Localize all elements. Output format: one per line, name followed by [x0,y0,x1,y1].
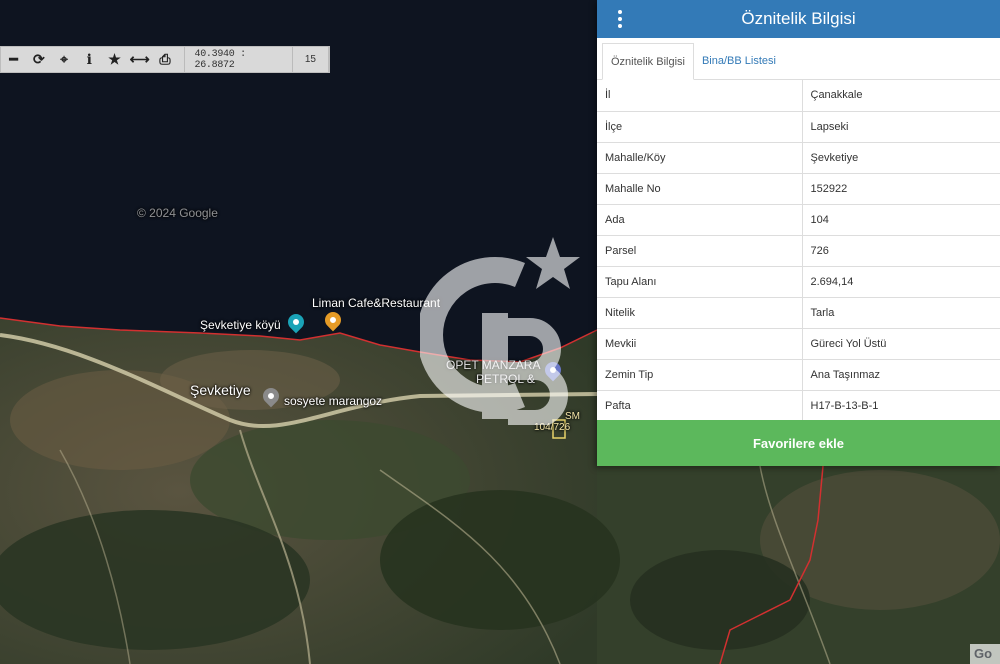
row-value: Güreci Yol Üstü [802,328,1000,360]
favorite-button[interactable]: ★ [102,47,127,72]
row-key: Mahalle/Köy [597,142,803,174]
table-row: İl Çanakkale [597,80,1000,112]
arrows-horizontal-icon: ⟷ [129,51,150,67]
refresh-icon: ⟳ [32,51,45,67]
row-key: Pafta [597,390,803,422]
row-value: H17-B-13-B-1 [802,390,1000,422]
row-key: Zemin Tip [597,359,803,391]
table-row: Nitelik Tarla [597,297,1000,329]
label-sevketiye: Şevketiye [190,382,251,398]
minus-icon: ━ [9,51,18,67]
row-value: Ana Taşınmaz [802,359,1000,391]
row-key: Nitelik [597,297,803,329]
row-key: Mahalle No [597,173,803,205]
attribute-info-panel: Öznitelik Bilgisi Öznitelik Bilgisi Bina… [597,0,1000,466]
add-to-favorites-button[interactable]: Favorilere ekle [597,420,1000,466]
table-row: Zemin Tip Ana Taşınmaz [597,359,1000,391]
row-key: Mevkii [597,328,803,360]
row-value: 152922 [802,173,1000,205]
label-sevketiye-koyu: Şevketiye köyü [200,318,281,332]
panel-header: Öznitelik Bilgisi [597,0,1000,38]
table-row: Parsel 726 [597,235,1000,267]
row-value: 2.694,14 [802,266,1000,298]
row-key: Ada [597,204,803,236]
row-value: Tarla [802,297,1000,329]
table-row: Ada 104 [597,204,1000,236]
print-icon: ⎙ [159,51,171,67]
row-value: 726 [802,235,1000,267]
row-value: Şevketiye [802,142,1000,174]
map-toolbar: ━ ⟳ ⌖ i ★ ⟷ ⎙ 40.3940 : 26.8872 15 [0,46,330,73]
vertical-dots-menu-icon[interactable] [611,10,629,28]
row-key: Tapu Alanı [597,266,803,298]
label-sosyete-marangoz: sosyete marangoz [284,394,383,408]
tab-building-list[interactable]: Bina/BB Listesi [694,42,784,79]
table-row: Mahalle No 152922 [597,173,1000,205]
refresh-button[interactable]: ⟳ [26,47,51,72]
table-row: Mahalle/Köy Şevketiye [597,142,1000,174]
print-button[interactable]: ⎙ [152,47,177,72]
tab-attribute-info[interactable]: Öznitelik Bilgisi [602,43,694,80]
panel-tabs: Öznitelik Bilgisi Bina/BB Listesi [597,38,1000,80]
table-row: Mevkii Güreci Yol Üstü [597,328,1000,360]
crosshair-icon: ⌖ [60,51,68,67]
coordinate-readout: 40.3940 : 26.8872 [183,47,293,72]
row-key: Parsel [597,235,803,267]
row-value: Çanakkale [802,80,1000,112]
brand-watermark-logo [420,237,580,425]
measure-button[interactable]: ⟷ [127,47,152,72]
google-logo: Go [970,644,1000,664]
row-value: Lapseki [802,111,1000,143]
zoom-level: 15 [293,47,329,72]
row-key: İl [597,80,803,112]
row-key: İlçe [597,111,803,143]
map-copyright-faint: © 2024 Google [137,206,218,220]
attribute-table: İl Çanakkale İlçe Lapseki Mahalle/Köy Şevke… [597,80,1000,422]
locate-button[interactable]: ⌖ [51,47,76,72]
zoom-out-button[interactable]: ━ [1,47,26,72]
info-icon: i [86,51,92,68]
panel-title: Öznitelik Bilgisi [741,9,856,28]
star-icon: ★ [108,51,121,67]
row-value: 104 [802,204,1000,236]
info-button[interactable]: i [77,47,102,72]
table-row: İlçe Lapseki [597,111,1000,143]
table-row: Pafta H17-B-13-B-1 [597,390,1000,422]
table-row: Tapu Alanı 2.694,14 [597,266,1000,298]
